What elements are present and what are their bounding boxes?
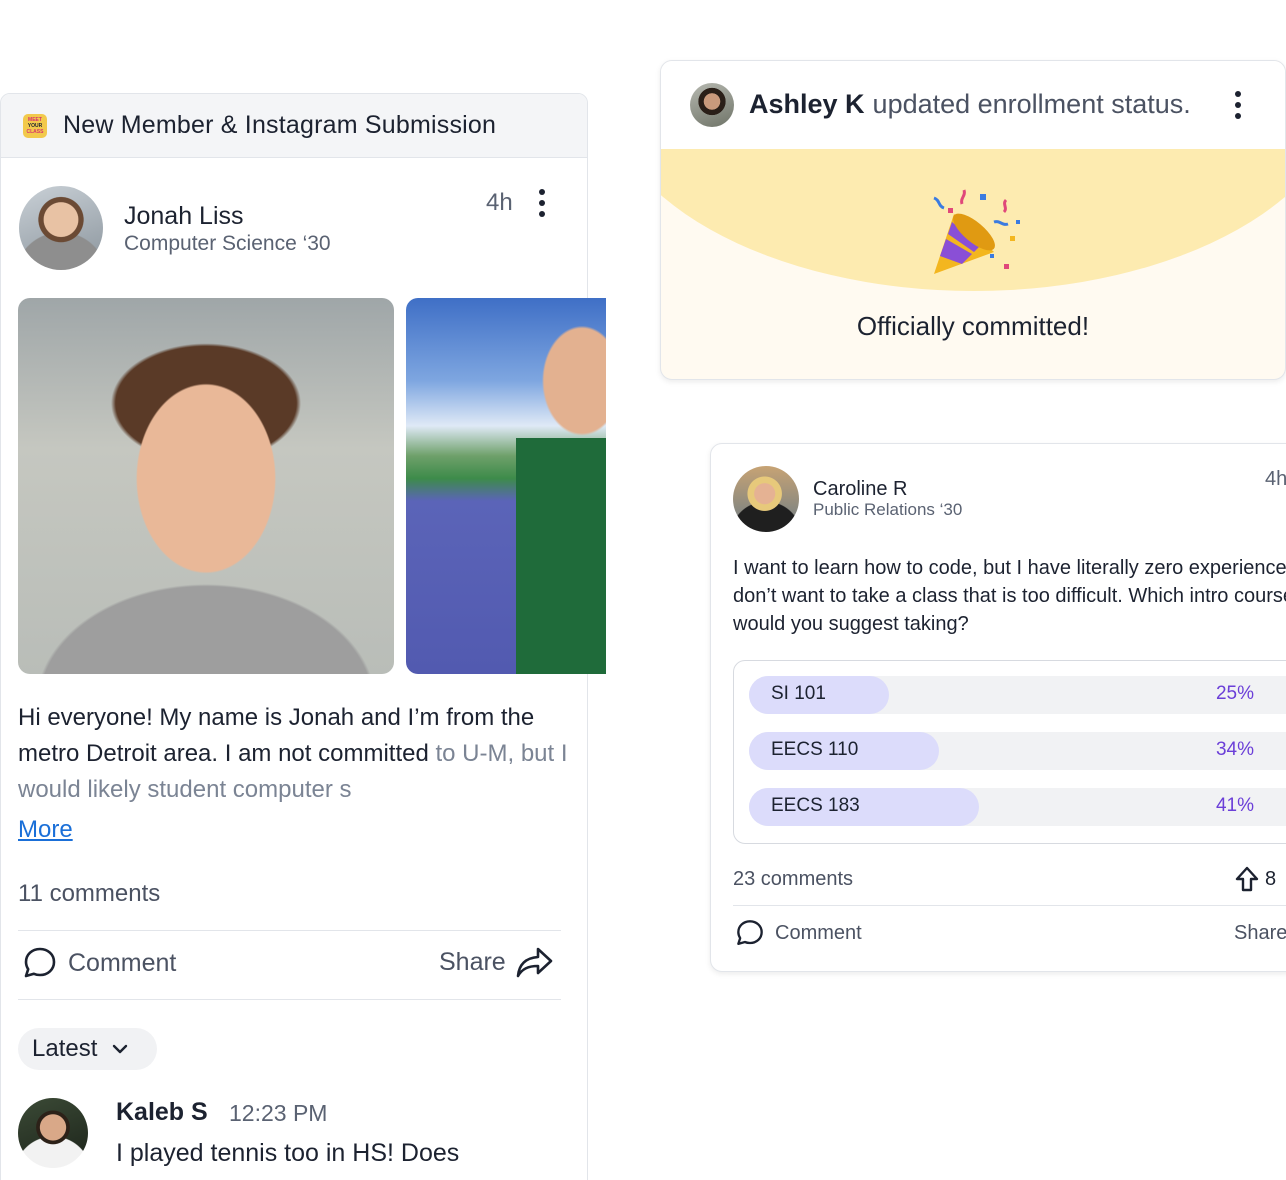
post-actions: Comment Share [733, 906, 1286, 966]
author-subtitle: Computer Science ‘30 [124, 232, 331, 255]
author-subtitle: Public Relations ‘30 [813, 500, 963, 519]
poll-option-percent: 25% [1215, 683, 1254, 704]
profile-photo[interactable] [18, 298, 394, 674]
poll-option[interactable]: EECS 183 41% [749, 788, 1286, 826]
poll-option[interactable]: SI 101 25% [749, 676, 1286, 714]
share-label: Share [1234, 922, 1286, 944]
activity-text: updated enrollment status. [872, 89, 1191, 119]
upvote-arrow-icon [1235, 866, 1259, 892]
share-icon [516, 947, 553, 978]
comment-label: Comment [775, 921, 862, 944]
share-label: Share [439, 947, 506, 976]
upvote-count: 8 [1265, 867, 1277, 890]
enrollment-card-header: Ashley Kupdated enrollment status. [661, 61, 1285, 149]
divider [18, 999, 561, 1000]
sort-label: Latest [32, 1035, 98, 1062]
poll-question: I want to learn how to code, but I have … [733, 557, 1286, 635]
post-body: Hi everyone! My name is Jonah and I’m fr… [18, 700, 573, 808]
comment-button[interactable]: Comment [735, 918, 862, 948]
chevron-down-icon [113, 1044, 128, 1054]
author-name[interactable]: Caroline R [813, 478, 907, 501]
comment-author-name[interactable]: Kaleb S [116, 1098, 208, 1127]
post-card-title: New Member & Instagram Submission [63, 111, 497, 139]
poll: SI 101 25% EECS 110 34% EECS 183 41% [733, 660, 1286, 844]
more-link[interactable]: More [18, 816, 73, 844]
post-time: 4h [486, 189, 513, 216]
comment-text: I played tennis too in HS! Does [116, 1139, 460, 1167]
post-card-header: MEET YOUR CLASS New Member & Instagram S… [1, 94, 587, 158]
activity-line: Ashley Kupdated enrollment status. [749, 89, 1191, 120]
author-name[interactable]: Jonah Liss [124, 202, 244, 231]
poll-option-label: EECS 110 [771, 739, 859, 760]
tennis-photo[interactable] [406, 298, 606, 674]
sort-dropdown[interactable]: Latest [18, 1028, 157, 1070]
poll-option-percent: 34% [1215, 739, 1254, 760]
avatar[interactable] [733, 466, 799, 532]
post-author-row: Jonah Liss Computer Science ‘30 4h [1, 158, 587, 298]
more-options-icon[interactable] [1233, 91, 1243, 119]
comments-count[interactable]: 23 comments [733, 868, 853, 891]
post-time: 4h [1265, 468, 1286, 490]
comments-count[interactable]: 11 comments [18, 880, 160, 908]
share-button[interactable]: Share [1234, 922, 1286, 945]
meet-your-class-logo: MEET YOUR CLASS [23, 113, 47, 138]
comment-icon [737, 920, 763, 945]
photo-carousel[interactable] [18, 298, 606, 674]
poll-post-card: Caroline R Public Relations ‘30 4h I wan… [710, 443, 1286, 972]
comment-label: Comment [68, 948, 177, 977]
poll-option-label: EECS 183 [771, 795, 860, 816]
more-options-icon[interactable] [537, 189, 547, 217]
poll-option-percent: 41% [1215, 795, 1254, 816]
committed-message: Officially committed! [856, 311, 1090, 341]
share-button[interactable]: Share [439, 945, 554, 979]
avatar[interactable] [18, 1098, 88, 1168]
avatar[interactable] [19, 186, 103, 270]
party-popper-icon [933, 189, 1020, 274]
comment-time: 12:23 PM [229, 1100, 328, 1126]
poll-option-label: SI 101 [771, 683, 826, 704]
poll-option[interactable]: EECS 110 34% [749, 732, 1286, 770]
avatar[interactable] [690, 83, 734, 127]
comment-icon [24, 947, 56, 978]
upvote-button[interactable]: 8 [1235, 866, 1276, 892]
author-name[interactable]: Ashley K [749, 89, 865, 119]
post-actions: Comment Share [18, 931, 563, 999]
comment-button[interactable]: Comment [22, 945, 176, 981]
